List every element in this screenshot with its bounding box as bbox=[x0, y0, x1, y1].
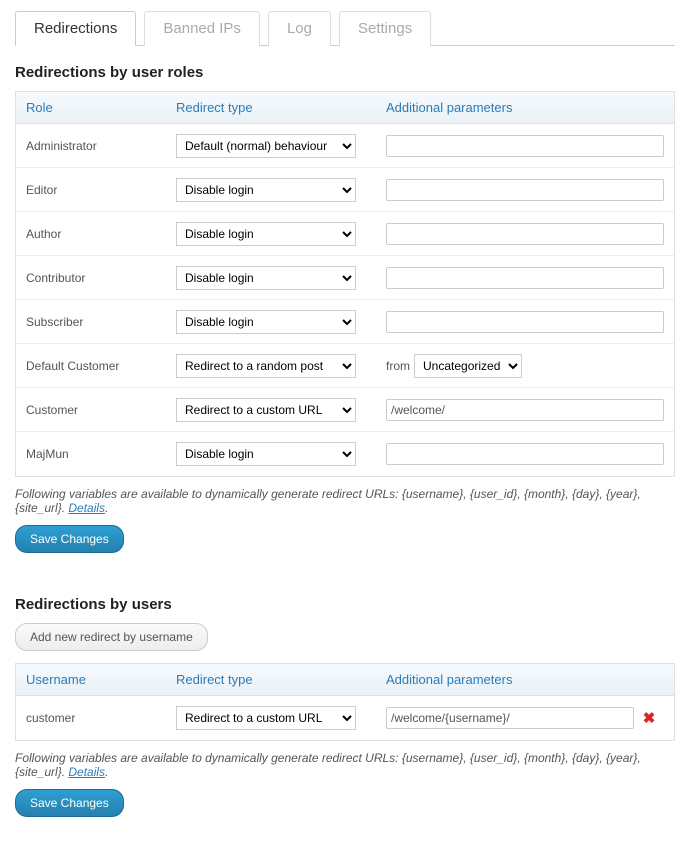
help-text-roles: Following variables are available to dyn… bbox=[15, 487, 675, 515]
redirect-type-select[interactable]: Disable login bbox=[176, 266, 356, 290]
role-name: Administrator bbox=[26, 139, 176, 153]
save-changes-button[interactable]: Save Changes bbox=[15, 525, 124, 553]
param-input[interactable] bbox=[386, 399, 664, 421]
table-row: SubscriberDisable login bbox=[16, 300, 674, 344]
role-name: Subscriber bbox=[26, 315, 176, 329]
param-input bbox=[386, 267, 664, 289]
table-row: EditorDisable login bbox=[16, 168, 674, 212]
users-table-header: Username Redirect type Additional parame… bbox=[16, 664, 674, 696]
table-row: AuthorDisable login bbox=[16, 212, 674, 256]
redirect-type-select[interactable]: Disable login bbox=[176, 178, 356, 202]
table-row: customerRedirect to a custom URL ✖ bbox=[16, 696, 674, 740]
table-row: CustomerRedirect to a custom URL bbox=[16, 388, 674, 432]
header-additional-params: Additional parameters bbox=[386, 100, 664, 115]
redirect-type-select[interactable]: Redirect to a custom URL bbox=[176, 706, 356, 730]
table-row: ContributorDisable login bbox=[16, 256, 674, 300]
header-redirect-type: Redirect type bbox=[176, 672, 386, 687]
save-changes-button[interactable]: Save Changes bbox=[15, 789, 124, 817]
table-row: AdministratorDefault (normal) behaviour bbox=[16, 124, 674, 168]
users-table: Username Redirect type Additional parame… bbox=[15, 663, 675, 741]
param-input bbox=[386, 311, 664, 333]
section-roles-title: Redirections by user roles bbox=[15, 64, 675, 81]
header-role: Role bbox=[26, 100, 176, 115]
role-name: Customer bbox=[26, 403, 176, 417]
tab-redirections[interactable]: Redirections bbox=[15, 11, 136, 46]
username-value: customer bbox=[26, 711, 176, 725]
param-input bbox=[386, 179, 664, 201]
role-name: Editor bbox=[26, 183, 176, 197]
details-link[interactable]: Details bbox=[68, 501, 105, 515]
param-category-select[interactable]: Uncategorized bbox=[414, 354, 522, 378]
role-name: MajMun bbox=[26, 447, 176, 461]
tab-settings[interactable]: Settings bbox=[339, 11, 431, 46]
redirect-type-select[interactable]: Redirect to a custom URL bbox=[176, 398, 356, 422]
param-input bbox=[386, 223, 664, 245]
redirect-type-select[interactable]: Disable login bbox=[176, 442, 356, 466]
details-link[interactable]: Details bbox=[68, 765, 105, 779]
section-users-title: Redirections by users bbox=[15, 596, 675, 613]
roles-table-header: Role Redirect type Additional parameters bbox=[16, 92, 674, 124]
redirect-type-select[interactable]: Redirect to a random post bbox=[176, 354, 356, 378]
role-name: Contributor bbox=[26, 271, 176, 285]
tab-bar: RedirectionsBanned IPsLogSettings bbox=[15, 10, 675, 46]
header-redirect-type: Redirect type bbox=[176, 100, 386, 115]
tab-banned-ips[interactable]: Banned IPs bbox=[144, 11, 260, 46]
table-row: MajMunDisable login bbox=[16, 432, 674, 476]
redirect-type-select[interactable]: Disable login bbox=[176, 222, 356, 246]
param-input bbox=[386, 135, 664, 157]
help-text-users: Following variables are available to dyn… bbox=[15, 751, 675, 779]
role-name: Default Customer bbox=[26, 359, 176, 373]
redirect-type-select[interactable]: Default (normal) behaviour bbox=[176, 134, 356, 158]
param-input bbox=[386, 443, 664, 465]
roles-table: Role Redirect type Additional parameters… bbox=[15, 91, 675, 477]
add-redirect-by-username-button[interactable]: Add new redirect by username bbox=[15, 623, 208, 651]
delete-icon[interactable]: ✖ bbox=[643, 710, 656, 727]
redirect-type-select[interactable]: Disable login bbox=[176, 310, 356, 334]
tab-log[interactable]: Log bbox=[268, 11, 331, 46]
param-input[interactable] bbox=[386, 707, 634, 729]
table-row: Default CustomerRedirect to a random pos… bbox=[16, 344, 674, 388]
header-additional-params: Additional parameters bbox=[386, 672, 634, 687]
header-username: Username bbox=[26, 672, 176, 687]
param-prefix: from bbox=[386, 359, 410, 373]
role-name: Author bbox=[26, 227, 176, 241]
